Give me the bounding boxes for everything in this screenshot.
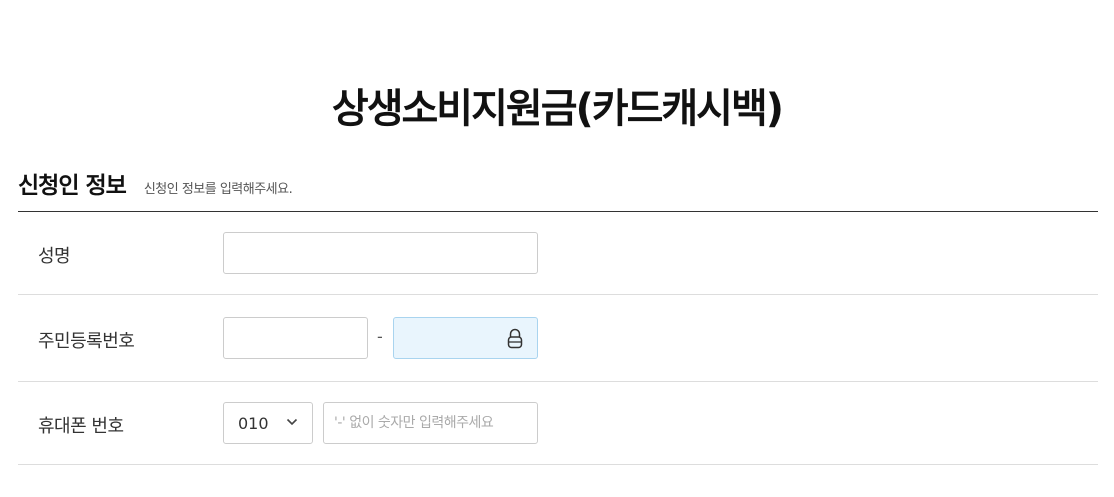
rrn-front-input[interactable]: [223, 317, 368, 359]
phone-prefix-value: 010: [238, 414, 269, 433]
section-description: 신청인 정보를 입력해주세요.: [143, 182, 293, 197]
rrn-separator: -: [377, 327, 383, 346]
phone-label: 휴대폰 번호: [38, 416, 124, 437]
form-row-phone: 휴대폰 번호 010: [18, 382, 1098, 465]
rrn-label: 주민등록번호: [38, 331, 135, 352]
section-header: 신청인 정보 신청인 정보를 입력해주세요.: [18, 166, 293, 200]
lock-icon: [507, 328, 523, 349]
form-row-rrn: 주민등록번호 -: [18, 295, 1098, 382]
phone-number-input[interactable]: [323, 402, 538, 444]
section-title: 신청인 정보: [18, 173, 127, 199]
page-title: 상생소비지원금(카드캐시백): [331, 85, 784, 132]
chevron-down-icon: [286, 418, 298, 426]
form-row-name: 성명: [18, 212, 1098, 295]
name-label: 성명: [38, 246, 71, 267]
name-input[interactable]: [223, 232, 538, 274]
phone-prefix-select[interactable]: 010: [223, 402, 313, 444]
